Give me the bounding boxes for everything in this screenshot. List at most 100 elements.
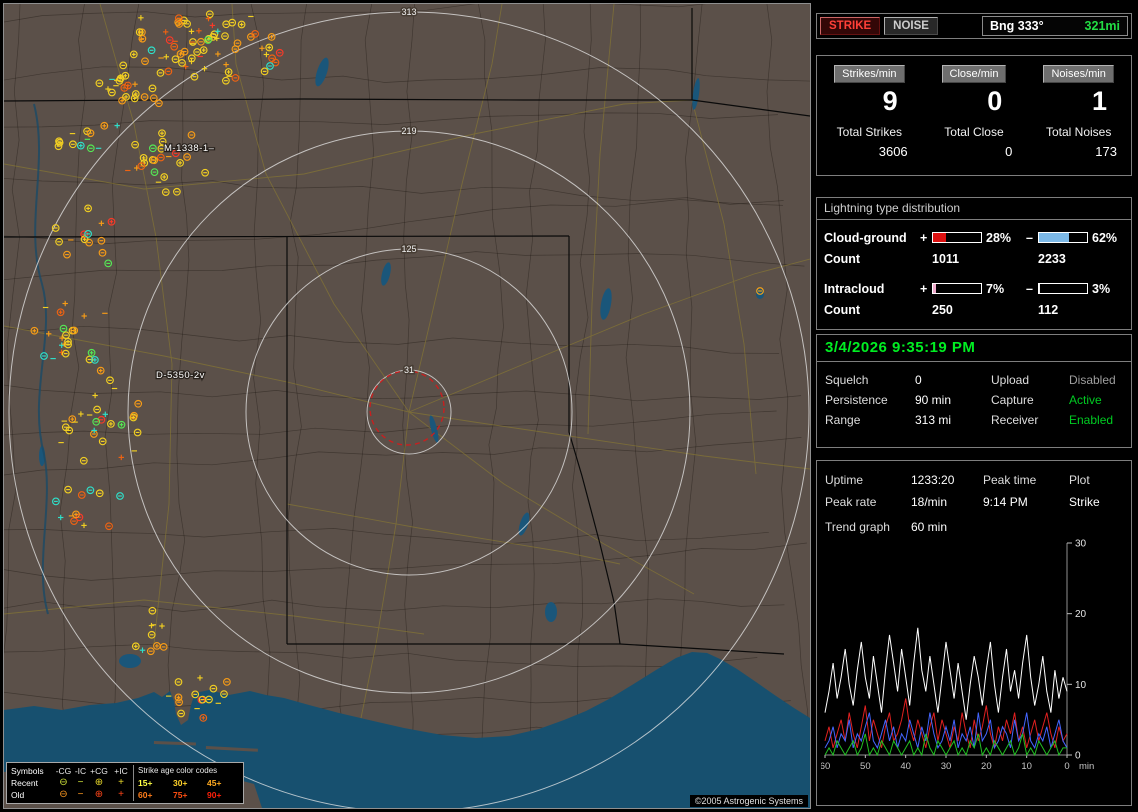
cg-minus-recent-icon: ⊖ <box>59 777 68 788</box>
ic-plus-pct: 7% <box>986 281 1005 296</box>
noises-column: Noises/min 1 Total Noises 173 <box>1026 64 1131 175</box>
uptime-label: Uptime <box>825 473 864 487</box>
strikes-column: Strikes/min 9 Total Strikes 3606 <box>817 64 922 175</box>
datetime-value: 3/4/2026 9:35:19 PM <box>825 339 976 356</box>
age-code-60: 60+ <box>133 789 169 801</box>
legend-col-cg-plus: +CG <box>90 766 108 776</box>
legend-col-cg-minus: -CG <box>55 766 72 776</box>
datetime-settings-box: 3/4/2026 9:35:19 PM Squelch 0 Upload Dis… <box>816 334 1132 448</box>
range-label: Range <box>825 413 861 427</box>
total-noises-value: 173 <box>1095 144 1117 159</box>
cg-minus-bar <box>1038 232 1088 243</box>
legend-col-ic-minus: -IC <box>74 766 87 776</box>
squelch-value: 0 <box>915 373 922 387</box>
intracloud-row: Intracloud + 7% – 3% <box>824 278 1124 299</box>
status-trend-box: Uptime 1233:20 Peak time Plot Peak rate … <box>816 460 1132 806</box>
trend-graph-header: Trend graph 60 min <box>817 513 1131 535</box>
strike-alarm-button[interactable]: STRIKE <box>820 17 881 35</box>
cloud-ground-label: Cloud-ground <box>824 230 907 245</box>
settings-row-range: Range 313 mi Receiver Enabled <box>825 410 1123 430</box>
noises-per-min-value: 1 <box>1091 86 1107 116</box>
noise-alarm-button[interactable]: NOISE <box>884 17 938 35</box>
svg-text:30: 30 <box>1075 539 1087 550</box>
ic-minus-sign: – <box>1026 281 1033 296</box>
trend-graph: 302010060 50 40 30 20 10 0 min <box>821 539 1094 773</box>
noises-per-min-label: Noises/min <box>1043 65 1114 83</box>
ic-minus-recent-icon: − <box>77 777 84 788</box>
close-column: Close/min 0 Total Close 0 <box>922 64 1027 175</box>
svg-text:219: 219 <box>401 126 416 136</box>
cg-count-label: Count <box>824 251 861 266</box>
cg-minus-sign: – <box>1026 230 1033 245</box>
cg-minus-count: 2233 <box>1038 251 1066 266</box>
peak-time-value: 9:14 PM <box>983 495 1028 509</box>
cg-plus-recent-icon: ⊕ <box>94 777 104 788</box>
close-per-min-label: Close/min <box>941 65 1007 83</box>
cg-plus-bar <box>932 232 982 243</box>
trend-graph-label: Trend graph <box>825 520 890 534</box>
range-value: 313 mi <box>915 413 952 427</box>
intracloud-count-row: Count 250 112 <box>824 299 1124 320</box>
cloud-ground-row: Cloud-ground + 28% – 62% <box>824 227 1124 248</box>
svg-text:30: 30 <box>941 761 952 772</box>
legend-symbols-header: Symbols <box>11 766 44 776</box>
strikes-per-min-value: 9 <box>882 86 898 116</box>
lightning-map: 313 219 125 31 M-1338-1– D-5350-2v Symbols -C… <box>3 3 811 809</box>
age-code-75: 75+ <box>173 790 188 800</box>
svg-text:min: min <box>1079 761 1094 772</box>
uptime-value: 1233:20 <box>911 473 955 487</box>
cg-minus-pct: 62% <box>1092 230 1118 245</box>
svg-text:10: 10 <box>1075 680 1087 691</box>
capture-label: Capture <box>991 393 1034 407</box>
legend-age-header: Strike age color codes <box>133 765 239 777</box>
cg-plus-old-icon: ⊕ <box>94 789 104 800</box>
strikes-per-min-label: Strikes/min <box>834 65 905 83</box>
receiver-status: Enabled <box>1069 413 1114 427</box>
age-code-45: 45+ <box>207 778 222 788</box>
svg-text:31: 31 <box>404 365 414 375</box>
legend-row-recent-label: Recent <box>11 778 38 788</box>
peak-rate-value: 18/min <box>911 495 948 509</box>
squelch-label: Squelch <box>825 373 869 387</box>
total-close-label: Total Close <box>944 125 1004 139</box>
age-code-15: 15+ <box>133 777 169 789</box>
status-row-2: Peak rate 18/min 9:14 PM Strike <box>825 491 1123 513</box>
alarm-header-box: STRIKE NOISE Bng 333° 321mi <box>816 13 1132 39</box>
ic-minus-count: 112 <box>1038 302 1059 317</box>
legend-row-old-label: Old <box>11 790 25 800</box>
svg-text:50: 50 <box>860 761 871 772</box>
svg-text:313: 313 <box>401 7 416 17</box>
upload-label: Upload <box>991 373 1030 387</box>
cg-plus-pct: 28% <box>986 230 1012 245</box>
copyright-text: ©2005 Astrogenic Systems <box>689 795 808 807</box>
rates-box: Strikes/min 9 Total Strikes 3606 Close/m… <box>816 55 1132 176</box>
ic-plus-recent-icon: + <box>118 777 124 788</box>
svg-text:0: 0 <box>1075 751 1081 762</box>
total-strikes-label: Total Strikes <box>836 125 902 139</box>
ic-count-label: Count <box>824 302 861 317</box>
total-strikes-value: 3606 <box>878 144 908 159</box>
svg-text:10: 10 <box>1021 761 1032 772</box>
ic-plus-sign: + <box>920 281 928 296</box>
trend-graph-window: 60 min <box>911 520 948 534</box>
svg-text:20: 20 <box>1075 609 1087 620</box>
svg-text:0: 0 <box>1064 761 1069 772</box>
ic-plus-old-icon: + <box>118 789 124 800</box>
svg-text:M-1338-1–: M-1338-1– <box>164 143 215 154</box>
upload-status: Disabled <box>1069 373 1116 387</box>
cg-minus-old-icon: ⊖ <box>59 789 68 800</box>
strike-legend: Symbols -CG -IC +CG +IC Strike age color… <box>6 762 244 804</box>
map-canvas: 313 219 125 31 M-1338-1– D-5350-2v <box>4 4 810 808</box>
bearing-value: Bng 333° <box>990 19 1044 33</box>
age-code-30: 30+ <box>173 778 188 788</box>
svg-text:125: 125 <box>401 244 416 254</box>
plot-value: Strike <box>1069 495 1100 509</box>
ic-plus-count: 250 <box>932 302 953 317</box>
cloud-ground-count-row: Count 1011 2233 <box>824 248 1124 269</box>
ic-minus-bar <box>1038 283 1088 294</box>
receiver-label: Receiver <box>991 413 1039 427</box>
capture-status: Active <box>1069 393 1102 407</box>
status-row-1: Uptime 1233:20 Peak time Plot <box>825 469 1123 491</box>
datetime-display: 3/4/2026 9:35:19 PM <box>817 335 1131 362</box>
settings-row-squelch: Squelch 0 Upload Disabled <box>825 370 1123 390</box>
